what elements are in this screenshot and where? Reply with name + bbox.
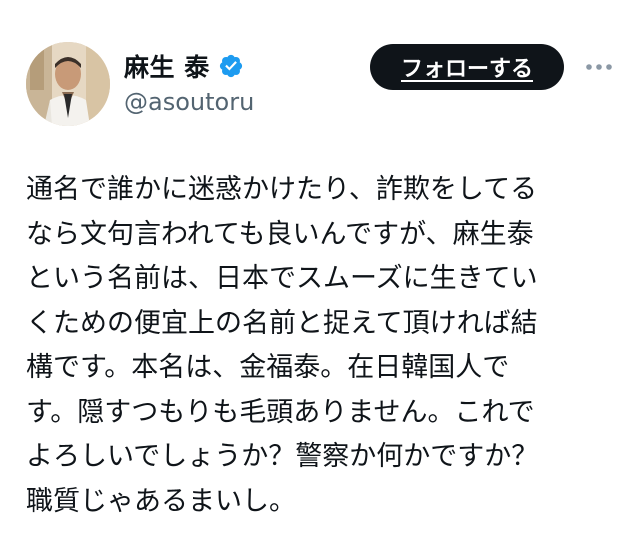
tweet-text-line: 構です。本名は、金福泰。在日韓国人で: [26, 352, 510, 383]
more-options-button[interactable]: [582, 52, 616, 82]
tweet-text-line: 職質じゃあるまいし。: [26, 485, 296, 517]
tweet-text-line: くための便宜上の名前と捉えて頂ければ結: [26, 307, 538, 339]
tweet-text-line: なら文句言われても良いんですが、麻生泰: [26, 218, 534, 250]
tweet-text-line: す。隠すつもりも毛頭ありません。これで: [26, 396, 535, 428]
user-handle[interactable]: @asoutoru: [124, 88, 254, 116]
tweet-text-line: よろしいでしょうか？警察か何かですか？: [26, 441, 539, 472]
tweet-text: 通名で誰かに迷惑かけたり、詐欺をしてる なら文句言われても良いんですが、麻生泰 …: [26, 168, 626, 524]
avatar-photo: [26, 42, 110, 126]
display-name[interactable]: 麻生 泰: [124, 48, 210, 84]
more-horizontal-icon: [586, 64, 612, 70]
avatar[interactable]: [26, 42, 110, 126]
tweet-text-line: 通名で誰かに迷惑かけたり、詐欺をしてる: [26, 174, 538, 205]
follow-button[interactable]: フォローする: [370, 44, 564, 90]
tweet-text-line: という名前は、日本でスムーズに生きてい: [26, 263, 538, 294]
verified-badge-icon: [218, 53, 244, 79]
tweet-header: 麻生 泰 @asoutoru フォローする: [26, 42, 616, 126]
